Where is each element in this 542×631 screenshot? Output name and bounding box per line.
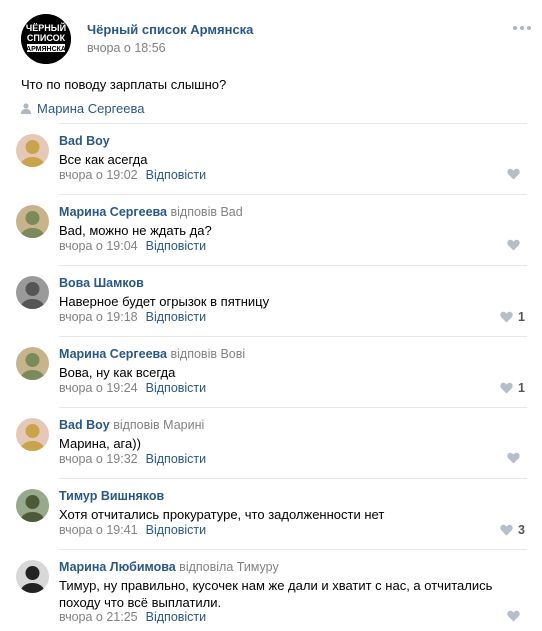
comment-divider — [59, 194, 527, 195]
comment-author[interactable]: Вова Шамков — [59, 276, 144, 290]
logo-line-1: ЧЁРНЫЙ — [26, 22, 66, 33]
like-count: 1 — [518, 381, 525, 395]
avatar[interactable] — [16, 560, 49, 593]
comment-author[interactable]: Марина Сергеева — [59, 347, 167, 361]
like-button[interactable]: 1 — [500, 381, 525, 395]
heart-icon — [507, 239, 520, 251]
heart-icon — [507, 452, 520, 464]
heart-icon — [507, 168, 520, 180]
comment-meta: вчора о 19:24 Відповісти — [59, 381, 206, 395]
comment-author[interactable]: Bad Boy — [59, 418, 110, 432]
avatar[interactable] — [16, 489, 49, 522]
reply-button[interactable]: Відповісти — [146, 452, 207, 466]
like-button[interactable] — [507, 239, 525, 251]
like-count: 3 — [518, 523, 525, 537]
comment-meta: вчора о 19:32 Відповісти — [59, 452, 206, 466]
comment-author[interactable]: Тимур Вишняков — [59, 489, 164, 503]
comment-meta: вчора о 19:41 Відповісти — [59, 523, 206, 537]
like-button[interactable] — [507, 168, 525, 180]
like-button[interactable] — [507, 610, 525, 622]
comment-reply-to[interactable]: відповів Вові — [171, 347, 246, 361]
comment-author[interactable]: Марина Сергеева — [59, 205, 167, 219]
reply-button[interactable]: Відповісти — [146, 239, 207, 253]
logo-line-2: СПИСОК — [27, 33, 66, 43]
like-count: 1 — [518, 310, 525, 324]
comment-divider — [59, 265, 527, 266]
reply-button[interactable]: Відповісти — [146, 610, 207, 624]
reply-button[interactable]: Відповісти — [146, 523, 207, 537]
like-button[interactable] — [507, 452, 525, 464]
comment-divider — [59, 407, 527, 408]
like-button[interactable]: 3 — [500, 523, 525, 537]
comment-time[interactable]: вчора о 21:25 — [59, 610, 138, 624]
more-options-icon[interactable] — [512, 22, 532, 34]
comment-meta: вчора о 21:25 Відповісти — [59, 610, 206, 624]
comment-author-line: Вова Шамков — [59, 276, 144, 290]
comment-reply-to[interactable]: відповів Bad — [171, 205, 243, 219]
heart-icon — [500, 524, 513, 536]
signer-name[interactable]: Марина Сергеева — [37, 101, 144, 116]
avatar[interactable] — [16, 134, 49, 167]
comment-author-line: Марина Любимова відповіла Тимуру — [59, 560, 279, 574]
comment-divider — [59, 336, 527, 337]
comment-author-line: Марина Сергеева відповів Bad — [59, 205, 243, 219]
comment-time[interactable]: вчора о 19:18 — [59, 310, 138, 324]
user-icon — [21, 102, 31, 114]
comment-text: Все как асегда — [59, 152, 148, 167]
heart-icon — [500, 382, 513, 394]
comment-divider — [59, 123, 527, 124]
comment-author-line: Тимур Вишняков — [59, 489, 164, 503]
heart-icon — [507, 610, 520, 622]
avatar[interactable] — [16, 418, 49, 451]
comment-time[interactable]: вчора о 19:32 — [59, 452, 138, 466]
comment-divider — [59, 478, 527, 479]
comment-time[interactable]: вчора о 19:41 — [59, 523, 138, 537]
post-header: ЧЁРНЫЙ СПИСОК АРМЯНСКА Чёрный список Арм… — [0, 0, 542, 70]
comment-author[interactable]: Bad Boy — [59, 134, 110, 148]
comment-author-line: Bad Boy — [59, 134, 110, 148]
comment-reply-to[interactable]: відповіла Тимуру — [179, 560, 279, 574]
comment-time[interactable]: вчора о 19:24 — [59, 381, 138, 395]
group-logo[interactable]: ЧЁРНЫЙ СПИСОК АРМЯНСКА — [21, 14, 71, 64]
comment-text: Хотя отчитались прокуратуре, что задолже… — [59, 507, 385, 522]
comment-text: Тимур, ну правильно, кусочек нам же дали… — [59, 578, 493, 610]
logo-line-3: АРМЯНСКА — [26, 46, 66, 53]
avatar[interactable] — [16, 205, 49, 238]
comment-author-line: Марина Сергеева відповів Вові — [59, 347, 245, 361]
avatar[interactable] — [16, 347, 49, 380]
reply-button[interactable]: Відповісти — [146, 310, 207, 324]
post-text: Что по поводу зарплаты слышно? — [21, 77, 227, 92]
comment-text: Вова, ну как всегда — [59, 365, 176, 380]
avatar[interactable] — [16, 276, 49, 309]
reply-button[interactable]: Відповісти — [146, 168, 207, 182]
comment-reply-to[interactable]: відповів Марині — [113, 418, 204, 432]
heart-icon — [500, 311, 513, 323]
comment-time[interactable]: вчора о 19:04 — [59, 239, 138, 253]
comment-text: Марина, ага)) — [59, 436, 141, 451]
comment-meta: вчора о 19:04 Відповісти — [59, 239, 206, 253]
like-button[interactable]: 1 — [500, 310, 525, 324]
comment-text: Наверное будет огрызок в пятницу — [59, 294, 270, 309]
comment-time[interactable]: вчора о 19:02 — [59, 168, 138, 182]
comment-meta: вчора о 19:02 Відповісти — [59, 168, 206, 182]
comment-divider — [59, 549, 527, 550]
group-name[interactable]: Чёрный список Армянска — [87, 22, 253, 37]
comment-author[interactable]: Марина Любимова — [59, 560, 176, 574]
post-time[interactable]: вчора о 18:56 — [87, 41, 166, 55]
post-signer[interactable]: Марина Сергеева — [21, 101, 144, 116]
reply-button[interactable]: Відповісти — [146, 381, 207, 395]
comment-meta: вчора о 19:18 Відповісти — [59, 310, 206, 324]
comment-text: Bad, можно не ждать да? — [59, 223, 212, 238]
comment-author-line: Bad Boy відповів Марині — [59, 418, 204, 432]
